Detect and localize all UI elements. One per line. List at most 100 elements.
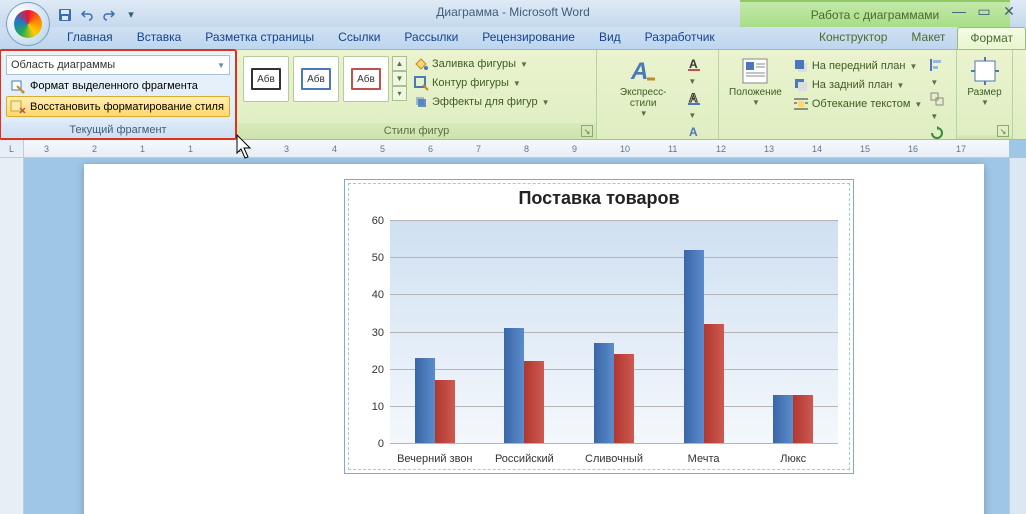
minimize-button[interactable]: — [948,2,970,20]
shape-style-preset-1[interactable]: Абв [243,56,289,102]
vertical-ruler[interactable] [0,158,24,514]
chart-bar[interactable] [415,358,435,443]
tab-page-layout[interactable]: Разметка страницы [193,27,326,49]
ruler-tick: 6 [428,140,433,157]
text-effects-icon: A [687,124,703,140]
chart-x-axis[interactable]: Вечерний звонРоссийскийСливочныйМечтаЛюк… [390,453,838,465]
ruler-corner: L [0,140,24,158]
svg-text:A: A [689,57,698,71]
format-selection-button[interactable]: Формат выделенного фрагмента [6,75,230,96]
chart-category-group[interactable] [748,220,838,443]
paint-bucket-icon [413,56,429,72]
chart-bar[interactable] [684,250,704,443]
vertical-scrollbar[interactable] [1009,158,1026,514]
close-button[interactable]: ✕ [998,2,1020,20]
chart-bar[interactable] [435,380,455,443]
redo-icon[interactable] [99,5,119,25]
document-canvas[interactable]: Поставка товаров 0102030405060 Вечерний … [24,158,1026,514]
chart-x-tick-label: Сливочный [569,453,659,465]
reset-style-button[interactable]: Восстановить форматирование стиля [6,96,230,117]
tab-developer[interactable]: Разработчик [633,27,727,49]
tab-references[interactable]: Ссылки [326,27,392,49]
tab-review[interactable]: Рецензирование [470,27,587,49]
horizontal-ruler[interactable]: 3211234567891011121314151617 [24,140,1009,158]
save-icon[interactable] [55,5,75,25]
text-fill-icon: A [687,56,703,72]
tab-view[interactable]: Вид [587,27,633,49]
window-title: Диаграмма - Microsoft Word [313,5,713,19]
ruler-tick: 9 [572,140,577,157]
chart-bar[interactable] [793,395,813,443]
scroll-down-icon[interactable]: ▼ [392,71,407,86]
wordart-quick-styles-button[interactable]: A Экспресс-стили ▼ [601,53,685,120]
group-shape-styles: Абв Абв Абв ▲▼▾ Заливка фигуры▼ Контур ф… [237,50,597,139]
ruler-tick: 8 [524,140,529,157]
chart-object[interactable]: Поставка товаров 0102030405060 Вечерний … [344,179,854,474]
svg-text:A: A [630,58,648,85]
chart-bar[interactable] [614,354,634,443]
shape-style-preset-2[interactable]: Абв [293,56,339,102]
chart-bar[interactable] [504,328,524,443]
chart-title[interactable]: Поставка товаров [345,188,853,209]
tab-mailings[interactable]: Рассылки [392,27,470,49]
tab-chart-layout[interactable]: Макет [899,27,957,49]
group-size: Размер ▼ ↘ [957,50,1013,139]
text-outline-button[interactable]: A▼ [687,90,712,121]
shape-fill-button[interactable]: Заливка фигуры▼ [410,55,553,73]
qat-menu-icon[interactable]: ▾ [121,5,141,25]
chart-x-tick-label: Вечерний звон [390,453,480,465]
chart-category-group[interactable] [480,220,570,443]
chart-plot-area[interactable]: 0102030405060 [390,220,838,443]
chart-bars [390,220,838,443]
shape-style-preset-3[interactable]: Абв [343,56,389,102]
text-fill-button[interactable]: A▼ [687,56,712,87]
ruler-tick: 11 [668,140,677,157]
wordart-icon: A [627,55,659,87]
shape-effects-icon [413,94,429,110]
ruler-tick: 2 [236,140,241,157]
ruler-tick: 14 [812,140,822,157]
gallery-more-icon[interactable]: ▾ [392,86,407,101]
chart-bar[interactable] [524,361,544,443]
ruler-tick: 3 [44,140,49,157]
quick-access-toolbar: ▾ [55,0,141,27]
office-button[interactable] [6,2,50,46]
align-button[interactable]: ▼ [929,57,950,88]
ruler-tick: 17 [956,140,966,157]
chart-category-group[interactable] [659,220,749,443]
group-wordart-styles: A Экспресс-стили ▼ A▼ A▼ A▼ Стили WordAr… [597,50,719,139]
ruler-tick: 13 [764,140,774,157]
bring-to-front-button[interactable]: На передний план▼ [790,57,925,75]
tab-chart-design[interactable]: Конструктор [807,27,899,49]
chart-category-group[interactable] [569,220,659,443]
align-icon [929,57,945,73]
scroll-up-icon[interactable]: ▲ [392,56,407,71]
chart-bar[interactable] [704,324,724,443]
tab-home[interactable]: Главная [55,27,125,49]
group-objects-button[interactable]: ▼ [929,91,950,122]
chart-y-tick-label: 20 [372,364,390,376]
text-wrap-button[interactable]: Обтекание текстом▼ [790,95,925,113]
ruler-tick: 16 [908,140,918,157]
dialog-launcher-icon[interactable]: ↘ [997,125,1009,137]
chart-category-group[interactable] [390,220,480,443]
tab-insert[interactable]: Вставка [125,27,194,49]
chart-bar[interactable] [773,395,793,443]
restore-button[interactable]: ▭ [973,2,995,20]
chart-elements-combo[interactable]: Область диаграммы ▼ [6,55,230,75]
shape-style-gallery-scroll[interactable]: ▲▼▾ [392,56,407,101]
shape-outline-button[interactable]: Контур фигуры▼ [410,74,553,92]
send-back-icon [793,77,809,93]
position-button[interactable]: Положение ▼ [723,53,788,109]
group-current-selection: Область диаграммы ▼ Формат выделенного ф… [0,49,237,140]
window-controls: — ▭ ✕ [948,2,1020,20]
size-button[interactable]: Размер ▼ [961,53,1007,109]
tab-chart-format[interactable]: Формат [957,27,1026,49]
send-to-back-button[interactable]: На задний план▼ [790,76,925,94]
dialog-launcher-icon[interactable]: ↘ [581,125,593,137]
document-area: L 3211234567891011121314151617 Поставка … [0,140,1026,514]
ribbon-tabbar: Главная Вставка Разметка страницы Ссылки… [0,27,1026,50]
shape-effects-button[interactable]: Эффекты для фигур▼ [410,93,553,111]
chart-bar[interactable] [594,343,614,443]
undo-icon[interactable] [77,5,97,25]
